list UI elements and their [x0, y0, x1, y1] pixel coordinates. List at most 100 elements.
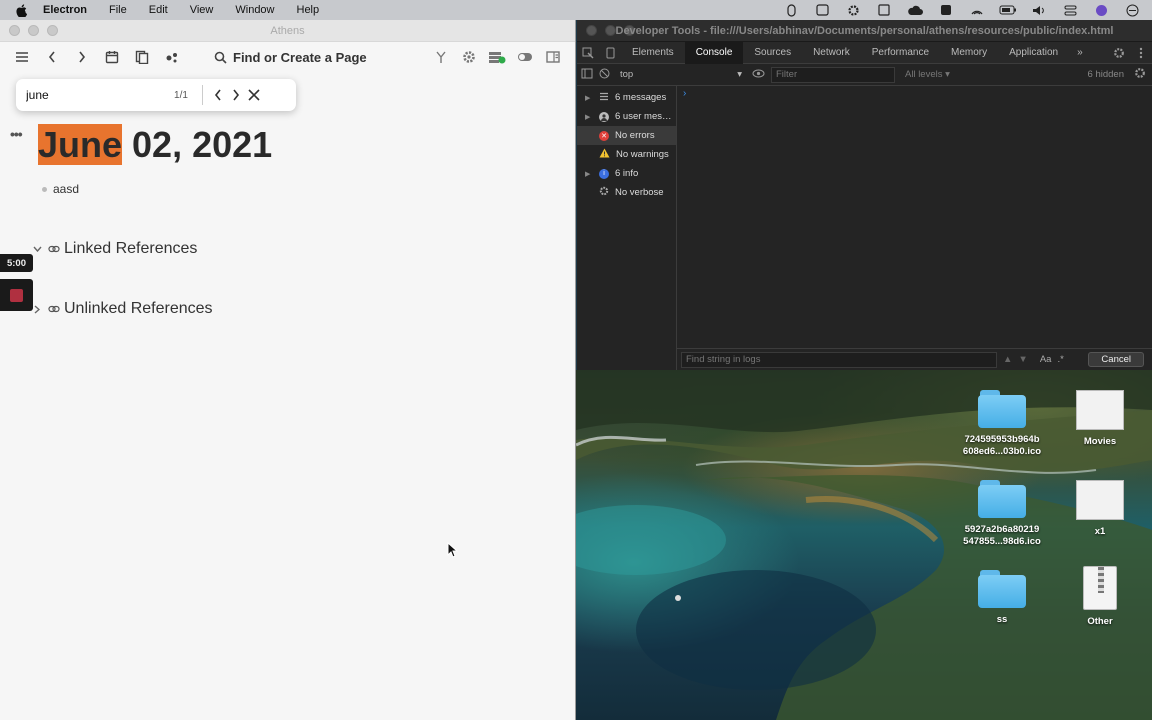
siri-icon[interactable]	[1091, 3, 1111, 17]
search-icon	[214, 51, 227, 64]
athens-titlebar[interactable]: Athens	[0, 20, 575, 42]
sidebar-item-warnings[interactable]: No warnings	[577, 145, 676, 164]
user-circle-icon[interactable]	[1122, 3, 1142, 17]
find-input[interactable]	[26, 88, 166, 102]
grid-icon[interactable]	[936, 3, 956, 17]
live-expression-eye-icon[interactable]	[752, 69, 765, 81]
menu-app-name[interactable]: Electron	[32, 4, 98, 16]
window-icon[interactable]	[874, 3, 894, 17]
tab-network[interactable]: Network	[802, 42, 861, 64]
desktop-item[interactable]: Movies	[1050, 390, 1150, 448]
airdrop-icon[interactable]	[967, 3, 987, 17]
settings-gear-icon[interactable]	[457, 45, 481, 69]
theme-toggle-icon[interactable]	[513, 45, 537, 69]
find-previous-chevron-left-icon[interactable]	[209, 85, 227, 105]
find-in-logs-input[interactable]	[681, 351, 997, 368]
recording-timer: 5:00	[0, 254, 33, 272]
menu-help[interactable]: Help	[286, 4, 331, 16]
find-close-icon[interactable]	[245, 85, 263, 105]
page-title-rest: 02, 2021	[122, 124, 273, 165]
sidebar-item-messages[interactable]: ▶ 6 messages	[577, 88, 676, 107]
control-center-icon[interactable]	[1060, 3, 1080, 17]
find-next-chevron-right-icon[interactable]	[227, 85, 245, 105]
console-prompt-icon: ›	[683, 88, 687, 99]
tab-elements[interactable]: Elements	[621, 42, 685, 64]
menu-window[interactable]: Window	[224, 4, 285, 16]
cancel-find-button[interactable]: Cancel	[1088, 352, 1144, 367]
right-sidebar-icon[interactable]	[541, 45, 565, 69]
sidebar-item-label: 6 messages	[615, 92, 667, 103]
desktop-item[interactable]: 5927a2b6a80219 547855...98d6.ico	[952, 480, 1052, 548]
zip-icon	[1083, 566, 1117, 610]
menu-edit[interactable]: Edit	[138, 4, 179, 16]
menu-file[interactable]: File	[98, 4, 138, 16]
devtools-titlebar[interactable]: Developer Tools - file:///Users/abhinav/…	[577, 20, 1152, 42]
device-toolbar-icon[interactable]	[599, 42, 621, 64]
zoom-window-button[interactable]	[47, 25, 58, 36]
inspect-element-icon[interactable]	[577, 42, 599, 64]
page-more-options-icon[interactable]: •••	[10, 126, 23, 142]
kebab-menu-icon[interactable]	[1130, 42, 1152, 64]
linked-references-toggle[interactable]: Linked References	[30, 240, 197, 258]
gear-status-icon[interactable]	[843, 3, 863, 17]
tab-memory[interactable]: Memory	[940, 42, 998, 64]
mouse-status-icon[interactable]	[781, 3, 801, 17]
page-title[interactable]: June 02, 2021	[38, 120, 272, 170]
merge-icon[interactable]	[429, 45, 453, 69]
find-down-icon[interactable]: ▼	[1018, 354, 1027, 365]
cloud-icon[interactable]	[905, 3, 925, 17]
minimize-window-button[interactable]	[28, 25, 39, 36]
desktop-item[interactable]: ss	[952, 570, 1052, 626]
console-settings-gear-icon[interactable]	[1134, 67, 1146, 82]
battery-icon[interactable]	[998, 3, 1018, 17]
apple-menu-icon[interactable]	[10, 3, 32, 17]
tab-console[interactable]: Console	[684, 41, 744, 64]
match-case-button[interactable]: Aa	[1040, 354, 1052, 365]
regex-button[interactable]: .*	[1057, 354, 1063, 365]
screen-capture-icon[interactable]	[812, 3, 832, 17]
settings-gear-icon[interactable]	[1108, 42, 1130, 64]
daily-notes-calendar-icon[interactable]	[100, 45, 124, 69]
clear-console-icon[interactable]	[599, 68, 610, 82]
block-bullet-icon[interactable]	[42, 186, 47, 192]
tab-sources[interactable]: Sources	[743, 42, 802, 64]
find-up-icon[interactable]: ▲	[1003, 354, 1012, 365]
desktop-item[interactable]: 724595953b964b 608ed6...03b0.ico	[952, 390, 1052, 458]
context-selector[interactable]: top ▾	[616, 69, 746, 80]
more-tabs-icon[interactable]: »	[1069, 47, 1091, 58]
menu-view[interactable]: View	[179, 4, 225, 16]
sidebar-item-errors[interactable]: ✕ No errors	[577, 126, 676, 145]
stop-recording-button[interactable]	[0, 279, 33, 311]
mouse-cursor-icon	[447, 542, 459, 558]
unlinked-references-toggle[interactable]: Unlinked References	[30, 300, 213, 318]
desktop-item[interactable]: x1	[1050, 480, 1150, 538]
console-output[interactable]: › ▲ ▼ Aa .* Cancel	[677, 86, 1152, 370]
folder-icon	[978, 390, 1026, 428]
forward-icon[interactable]	[70, 45, 94, 69]
log-levels-dropdown[interactable]: All levels ▾	[905, 69, 950, 80]
sidebar-toggle-icon[interactable]	[581, 68, 593, 82]
expand-arrow-icon: ▶	[585, 94, 591, 102]
tab-application[interactable]: Application	[998, 42, 1069, 64]
close-window-button[interactable]	[9, 25, 20, 36]
all-pages-icon[interactable]	[130, 45, 154, 69]
sidebar-item-user-messages[interactable]: ▶ 6 user mes…	[577, 107, 676, 126]
link-icon	[48, 300, 60, 318]
log-levels-label: All levels	[905, 69, 943, 80]
back-icon[interactable]	[40, 45, 64, 69]
console-find-bar: ▲ ▼ Aa .* Cancel	[677, 348, 1152, 370]
desktop-item-label: 724595953b964b 608ed6...03b0.ico	[962, 434, 1042, 457]
find-or-create-page-button[interactable]: Find or Create a Page	[214, 45, 367, 69]
desktop-item[interactable]: Other	[1050, 566, 1150, 628]
sidebar-item-label: 6 user mes…	[615, 111, 672, 122]
sidebar-item-info[interactable]: ▶ i 6 info	[577, 164, 676, 183]
graph-icon[interactable]	[160, 45, 184, 69]
volume-icon[interactable]	[1029, 3, 1049, 17]
console-filter-input[interactable]	[771, 66, 895, 83]
sidebar-item-verbose[interactable]: No verbose	[577, 183, 676, 202]
block-item[interactable]: aasd	[42, 182, 79, 196]
tab-performance[interactable]: Performance	[861, 42, 940, 64]
console-filter-bar: top ▾ All levels ▾ 6 hidden	[577, 64, 1152, 86]
database-sync-icon[interactable]	[485, 45, 509, 69]
menu-icon[interactable]	[10, 45, 34, 69]
